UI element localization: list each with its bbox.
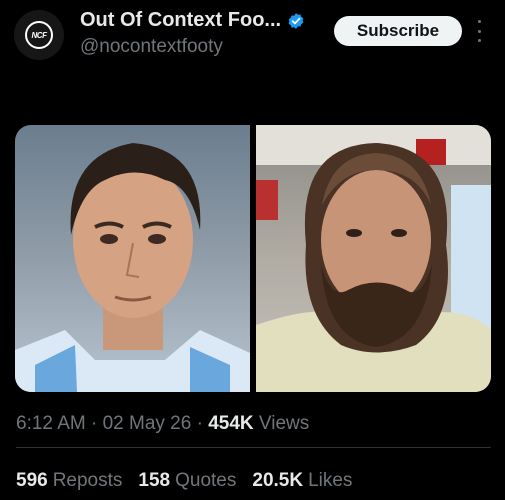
divider	[16, 447, 491, 448]
avatar[interactable]: NCF	[14, 10, 64, 60]
author-name-row: Out Of Context Foo...	[80, 9, 305, 32]
post-timestamp[interactable]: 6:12 AM · 02 May 26 ·	[16, 413, 203, 434]
likes-label: Likes	[308, 470, 353, 491]
more-options-icon[interactable]	[474, 20, 484, 42]
portrait-right-icon	[256, 125, 491, 392]
quotes-stat[interactable]: 158 Quotes	[138, 470, 236, 492]
avatar-logo: NCF	[25, 21, 53, 49]
views-count: 454K	[208, 413, 254, 434]
post-header: NCF Out Of Context Foo... @nocontextfoot…	[0, 0, 505, 80]
verified-badge-icon	[288, 12, 304, 29]
portrait-left-icon	[15, 143, 250, 392]
post-media[interactable]	[15, 125, 491, 392]
likes-stat[interactable]: 20.5K Likes	[252, 470, 352, 492]
media-image-left[interactable]	[15, 125, 250, 392]
media-image-right[interactable]	[256, 125, 491, 392]
quotes-label: Quotes	[175, 470, 237, 491]
author-display-name[interactable]: Out Of Context Foo...	[80, 9, 281, 32]
post-metadata: 6:12 AM · 02 May 26 · 454K Views	[16, 413, 309, 435]
reposts-label: Reposts	[52, 470, 123, 491]
quotes-count: 158	[138, 470, 171, 491]
likes-count: 20.5K	[252, 470, 304, 491]
engagement-stats: 596 Reposts 158 Quotes 20.5K Likes	[16, 470, 352, 492]
reposts-count: 596	[16, 470, 48, 491]
author-handle[interactable]: @nocontextfooty	[80, 36, 223, 58]
subscribe-button[interactable]: Subscribe	[334, 16, 462, 46]
avatar-text: NCF	[31, 30, 47, 40]
views-label: Views	[258, 413, 310, 434]
reposts-stat[interactable]: 596 Reposts	[16, 470, 122, 492]
